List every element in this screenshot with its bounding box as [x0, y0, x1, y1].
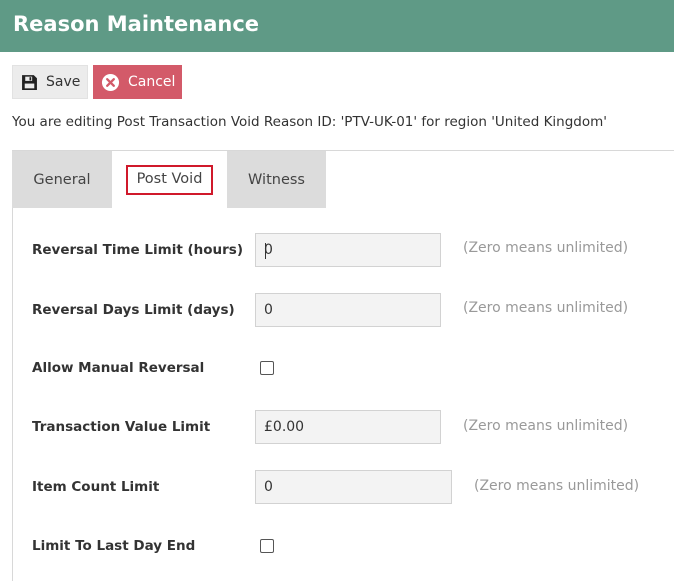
item-count-limit-label: Item Count Limit [32, 479, 160, 495]
page-title: Reason Maintenance [13, 12, 260, 36]
tab-witness[interactable]: Witness [227, 151, 326, 208]
item-count-limit-input[interactable] [255, 470, 452, 504]
tab-witness-label: Witness [248, 171, 305, 188]
save-button[interactable]: Save [12, 65, 88, 99]
allow-manual-reversal-label: Allow Manual Reversal [32, 360, 205, 376]
limit-to-last-day-end-checkbox[interactable] [260, 539, 274, 553]
transaction-value-limit-label: Transaction Value Limit [32, 419, 211, 435]
page-header: Reason Maintenance [0, 0, 674, 52]
tab-post-void[interactable]: Post Void [113, 151, 226, 208]
transaction-value-limit-hint: (Zero means unlimited) [463, 418, 629, 434]
cancel-button-label: Cancel [128, 74, 176, 90]
tab-general[interactable]: General [12, 151, 112, 208]
tab-general-label: General [33, 171, 91, 188]
reversal-days-limit-input[interactable] [255, 293, 441, 327]
reversal-days-limit-hint: (Zero means unlimited) [463, 300, 629, 316]
reversal-time-limit-input[interactable] [255, 233, 441, 267]
transaction-value-limit-input[interactable] [255, 410, 441, 444]
item-count-limit-hint: (Zero means unlimited) [474, 478, 640, 494]
floppy-disk-icon [21, 74, 38, 91]
reversal-time-limit-hint: (Zero means unlimited) [463, 240, 629, 256]
cancel-button[interactable]: Cancel [93, 65, 182, 99]
limit-to-last-day-end-label: Limit To Last Day End [32, 538, 196, 554]
editing-info-text: You are editing Post Transaction Void Re… [12, 114, 607, 130]
allow-manual-reversal-checkbox[interactable] [260, 361, 274, 375]
text-cursor [265, 243, 266, 259]
tab-post-void-label: Post Void [125, 164, 214, 195]
reversal-days-limit-label: Reversal Days Limit (days) [32, 302, 235, 318]
close-circle-icon [101, 73, 120, 92]
reversal-time-limit-label: Reversal Time Limit (hours) [32, 242, 244, 258]
save-button-label: Save [46, 74, 81, 90]
